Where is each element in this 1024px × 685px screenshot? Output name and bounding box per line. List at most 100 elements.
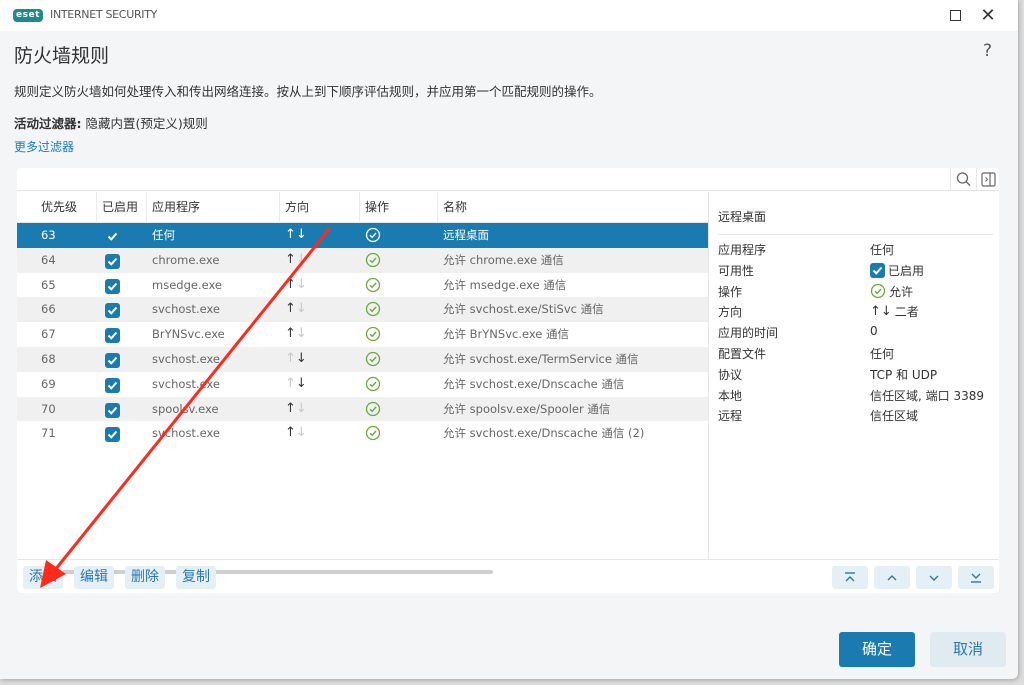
column-header-priority[interactable]: 优先级 (17, 192, 97, 223)
detail-value-wrap: ↑↓ 二者 (870, 303, 919, 320)
close-button[interactable]: ✕ (977, 5, 999, 27)
detail-row: 可用性 已启用 (718, 262, 993, 282)
table-row[interactable]: 69 svchost.exe ↑↓ 允许 svchost.exe/Dnscach… (17, 372, 708, 397)
detail-row: 本地 信任区域, 端口 3389 (718, 387, 993, 407)
priority-cell: 66 (41, 302, 56, 317)
help-button[interactable]: ? (983, 41, 992, 61)
direction-cell: ↑↓ (285, 397, 307, 422)
allow-action-icon (365, 301, 381, 317)
allow-action-icon (365, 401, 381, 417)
priority-cell: 64 (41, 252, 56, 267)
column-header-enabled[interactable]: 已启用 (97, 192, 147, 223)
table-row[interactable]: 68 svchost.exe ↑↓ 允许 svchost.exe/TermSer… (17, 346, 708, 372)
active-filter-label: 活动过滤器: (14, 116, 82, 131)
table-row[interactable]: 66 svchost.exe ↑↓ 允许 svchost.exe/StiSvc … (17, 297, 708, 323)
arrow-down-icon: ↓ (295, 301, 307, 317)
copy-button[interactable]: 复制 (176, 566, 216, 589)
move-up-button[interactable] (874, 566, 910, 589)
application-cell: 任何 (152, 228, 175, 242)
arrow-up-icon: ↑ (285, 350, 296, 366)
move-top-button[interactable] (832, 566, 868, 589)
arrow-down-icon: ↓ (295, 227, 307, 242)
column-header-name[interactable]: 名称 (438, 192, 708, 223)
active-filter: 活动过滤器: 隐藏内置(预定义)规则 (14, 113, 208, 132)
ok-button[interactable]: 确定 (839, 632, 915, 667)
priority-cell: 71 (41, 426, 56, 441)
column-header-application[interactable]: 应用程序 (147, 192, 280, 223)
enabled-checkbox[interactable] (105, 327, 120, 344)
table-row[interactable]: 70 spoolsv.exe ↑↓ 允许 spoolsv.exe/Spooler… (17, 396, 708, 422)
move-bottom-button[interactable] (958, 566, 994, 589)
direction-cell: ↑↓ (285, 421, 307, 446)
direction-cell: ↑↓ (285, 347, 307, 372)
table-row[interactable]: 67 BrYNSvc.exe ↑↓ 允许 BrYNSvc.exe 通信 (17, 322, 708, 347)
detail-value-wrap: 已启用 (870, 262, 924, 279)
enabled-checkbox[interactable] (105, 253, 120, 269)
enabled-checkbox[interactable] (105, 426, 120, 443)
enabled-checkbox[interactable] (105, 402, 120, 418)
detail-row: 方向 ↑↓ 二者 (718, 303, 993, 323)
search-button[interactable] (950, 168, 976, 191)
app-name: INTERNET SECURITY (50, 8, 158, 21)
detail-value-wrap: 信任区域 (870, 407, 918, 424)
application-cell: svchost.exe (152, 351, 221, 366)
table-row[interactable]: 63 任何 ↑↓ 远程桌面 (17, 223, 708, 248)
help-icon: ? (983, 41, 993, 61)
detail-label: 本地 (718, 388, 743, 403)
direction-cell: ↑↓ (285, 322, 307, 347)
column-header-direction[interactable]: 方向 (280, 192, 360, 223)
toggle-detail-panel-button[interactable] (976, 168, 999, 191)
application-cell: BrYNSvc.exe (152, 327, 225, 342)
arrow-up-icon: ↑ (285, 425, 296, 441)
checkbox-checked-icon (105, 328, 120, 344)
checkbox-checked-icon (105, 229, 120, 244)
detail-value-wrap: 任何 (870, 345, 894, 362)
rule-name-cell: 允许 BrYNSvc.exe 通信 (443, 327, 570, 342)
enabled-checkbox[interactable] (105, 278, 120, 294)
enabled-checkbox[interactable] (105, 302, 120, 319)
direction-cell: ↑↓ (285, 372, 307, 397)
add-button[interactable]: 添加 (23, 566, 63, 589)
arrow-down-icon: ↓ (295, 326, 307, 342)
detail-label: 应用的时间 (718, 326, 779, 341)
allow-action-icon (365, 227, 381, 243)
detail-value: 已启用 (888, 263, 925, 278)
cancel-button[interactable]: 取消 (930, 632, 1006, 667)
detail-value-wrap: 允许 (870, 283, 913, 300)
checkbox-checked-icon (105, 402, 120, 418)
enabled-checkbox[interactable] (105, 228, 120, 243)
arrow-down-icon: ↓ (295, 425, 307, 441)
detail-value: 信任区域 (870, 409, 919, 424)
detail-row: 远程 信任区域 (718, 407, 993, 427)
delete-button[interactable]: 删除 (125, 566, 165, 589)
arrow-down-icon: ↓ (295, 400, 307, 416)
detail-label: 可用性 (718, 263, 755, 278)
move-down-button[interactable] (916, 566, 952, 589)
more-filters-link[interactable]: 更多过滤器 (14, 138, 74, 155)
enabled-checkbox[interactable] (105, 377, 120, 393)
table-row[interactable]: 71 svchost.exe ↑↓ 允许 svchost.exe/Dnscach… (17, 421, 708, 446)
move-up-icon (887, 575, 897, 581)
detail-divider (718, 234, 993, 235)
allow-action-icon (365, 326, 381, 342)
action-bar: 添加 编辑 删除 复制 (17, 559, 999, 593)
allow-action-icon (365, 376, 381, 392)
enabled-checkbox[interactable] (105, 352, 120, 368)
maximize-button[interactable] (944, 5, 966, 27)
table-row[interactable]: 64 chrome.exe ↑↓ 允许 chrome.exe 通信 (17, 247, 708, 273)
application-cell: spoolsv.exe (152, 401, 219, 416)
rule-name-cell: 允许 svchost.exe/TermService 通信 (443, 351, 639, 366)
application-cell: svchost.exe (152, 376, 221, 391)
table-row[interactable]: 65 msedge.exe ↑↓ 允许 msedge.exe 通信 (17, 273, 708, 298)
rule-name-cell: 远程桌面 (443, 228, 489, 242)
arrow-up-icon: ↑ (285, 251, 296, 267)
title-bar: eset INTERNET SECURITY ✕ (0, 0, 1018, 31)
edit-button[interactable]: 编辑 (74, 566, 114, 589)
move-top-icon (845, 572, 855, 582)
maximize-icon (949, 10, 961, 21)
priority-cell: 63 (41, 228, 56, 242)
column-header-action[interactable]: 操作 (360, 192, 438, 223)
detail-label: 应用程序 (718, 243, 767, 257)
move-down-icon (929, 575, 939, 581)
page-description: 规则定义防火墙如何处理传入和传出网络连接。按从上到下顺序评估规则，并应用第一个匹… (14, 84, 602, 99)
